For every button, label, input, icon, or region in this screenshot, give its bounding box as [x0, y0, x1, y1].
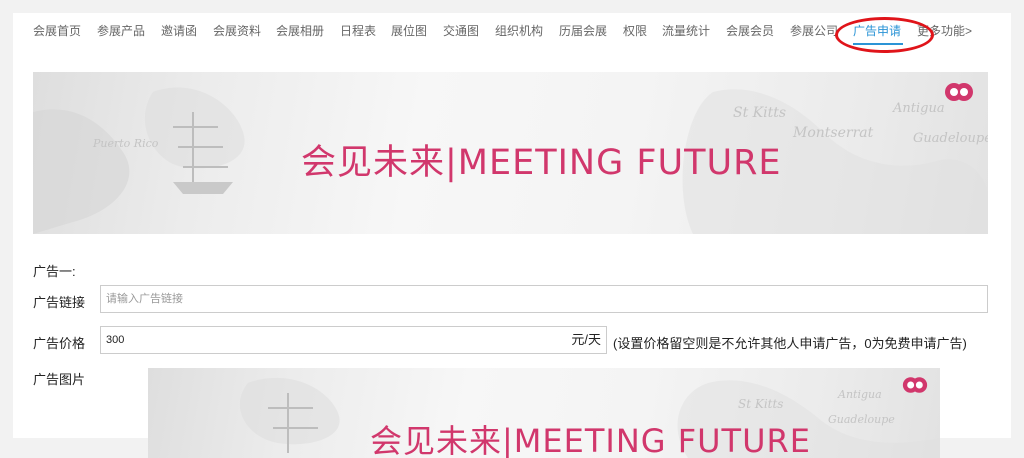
banner-slogan: 会见未来|MEETING FUTURE — [301, 143, 782, 183]
banner-slogan: 会见未来|MEETING FUTURE — [370, 422, 811, 458]
svg-text:St Kitts: St Kitts — [733, 105, 786, 121]
nav-item-members[interactable]: 会展会员 — [726, 22, 774, 40]
nav-item-schedule[interactable]: 日程表 — [340, 22, 376, 40]
active-tab-underline — [853, 43, 903, 45]
svg-text:Guadeloupe: Guadeloupe — [913, 131, 988, 146]
nav-item-booth-map[interactable]: 展位图 — [391, 22, 427, 40]
svg-text:St Kitts: St Kitts — [738, 397, 783, 411]
ad-link-label: 广告链接 — [33, 295, 86, 310]
svg-text:Montserrat: Montserrat — [792, 125, 874, 141]
svg-text:Antigua: Antigua — [837, 388, 882, 401]
svg-text:Guadeloupe: Guadeloupe — [828, 413, 895, 426]
nav-item-invitation[interactable]: 邀请函 — [161, 22, 197, 40]
ad-price-hint: (设置价格留空则是不允许其他人申请广告，0为免费申请广告) — [613, 336, 967, 351]
ad-image-preview[interactable]: St Kitts Antigua Guadeloupe 会见未来|MEETING… — [148, 368, 940, 458]
ad-price-label: 广告价格 — [33, 336, 86, 351]
nav-item-exhibitors[interactable]: 参展公司 — [790, 22, 838, 40]
nav-item-materials[interactable]: 会展资料 — [213, 22, 261, 40]
double-circle-logo-icon — [945, 83, 973, 101]
nav-item-ad-application[interactable]: 广告申请 — [853, 22, 901, 40]
nav-item-home[interactable]: 会展首页 — [33, 22, 81, 40]
top-nav: 会展首页 参展产品 邀请函 会展资料 会展相册 日程表 展位图 交通图 组织机构… — [13, 13, 1011, 53]
section-title-ad-one: 广告一: — [33, 264, 76, 279]
page-container: 会展首页 参展产品 邀请函 会展资料 会展相册 日程表 展位图 交通图 组织机构… — [13, 13, 1011, 458]
ad-link-placeholder: 请输入广告链接 — [106, 293, 183, 305]
ad-price-unit: 元/天 — [571, 332, 601, 347]
ad-banner-preview: St Kitts Montserrat Antigua Guadeloupe P… — [33, 72, 988, 234]
svg-text:Puerto Rico: Puerto Rico — [92, 137, 159, 150]
double-circle-logo-icon — [902, 377, 928, 393]
nav-item-past-exhibitions[interactable]: 历届会展 — [559, 22, 607, 40]
ad-image-label: 广告图片 — [33, 372, 86, 387]
ad-price-input[interactable]: 300 元/天 — [100, 326, 607, 354]
nav-item-traffic-stats[interactable]: 流量统计 — [662, 22, 710, 40]
nav-item-products[interactable]: 参展产品 — [97, 22, 145, 40]
nav-item-more[interactable]: 更多功能> — [917, 22, 972, 40]
nav-item-album[interactable]: 会展相册 — [276, 22, 324, 40]
nav-item-organization[interactable]: 组织机构 — [495, 22, 543, 40]
svg-text:Antigua: Antigua — [892, 101, 945, 116]
ad-price-value: 300 — [106, 334, 125, 346]
nav-item-permissions[interactable]: 权限 — [623, 22, 647, 40]
nav-item-traffic-map[interactable]: 交通图 — [443, 22, 479, 40]
ad-link-input[interactable]: 请输入广告链接 — [100, 285, 988, 313]
